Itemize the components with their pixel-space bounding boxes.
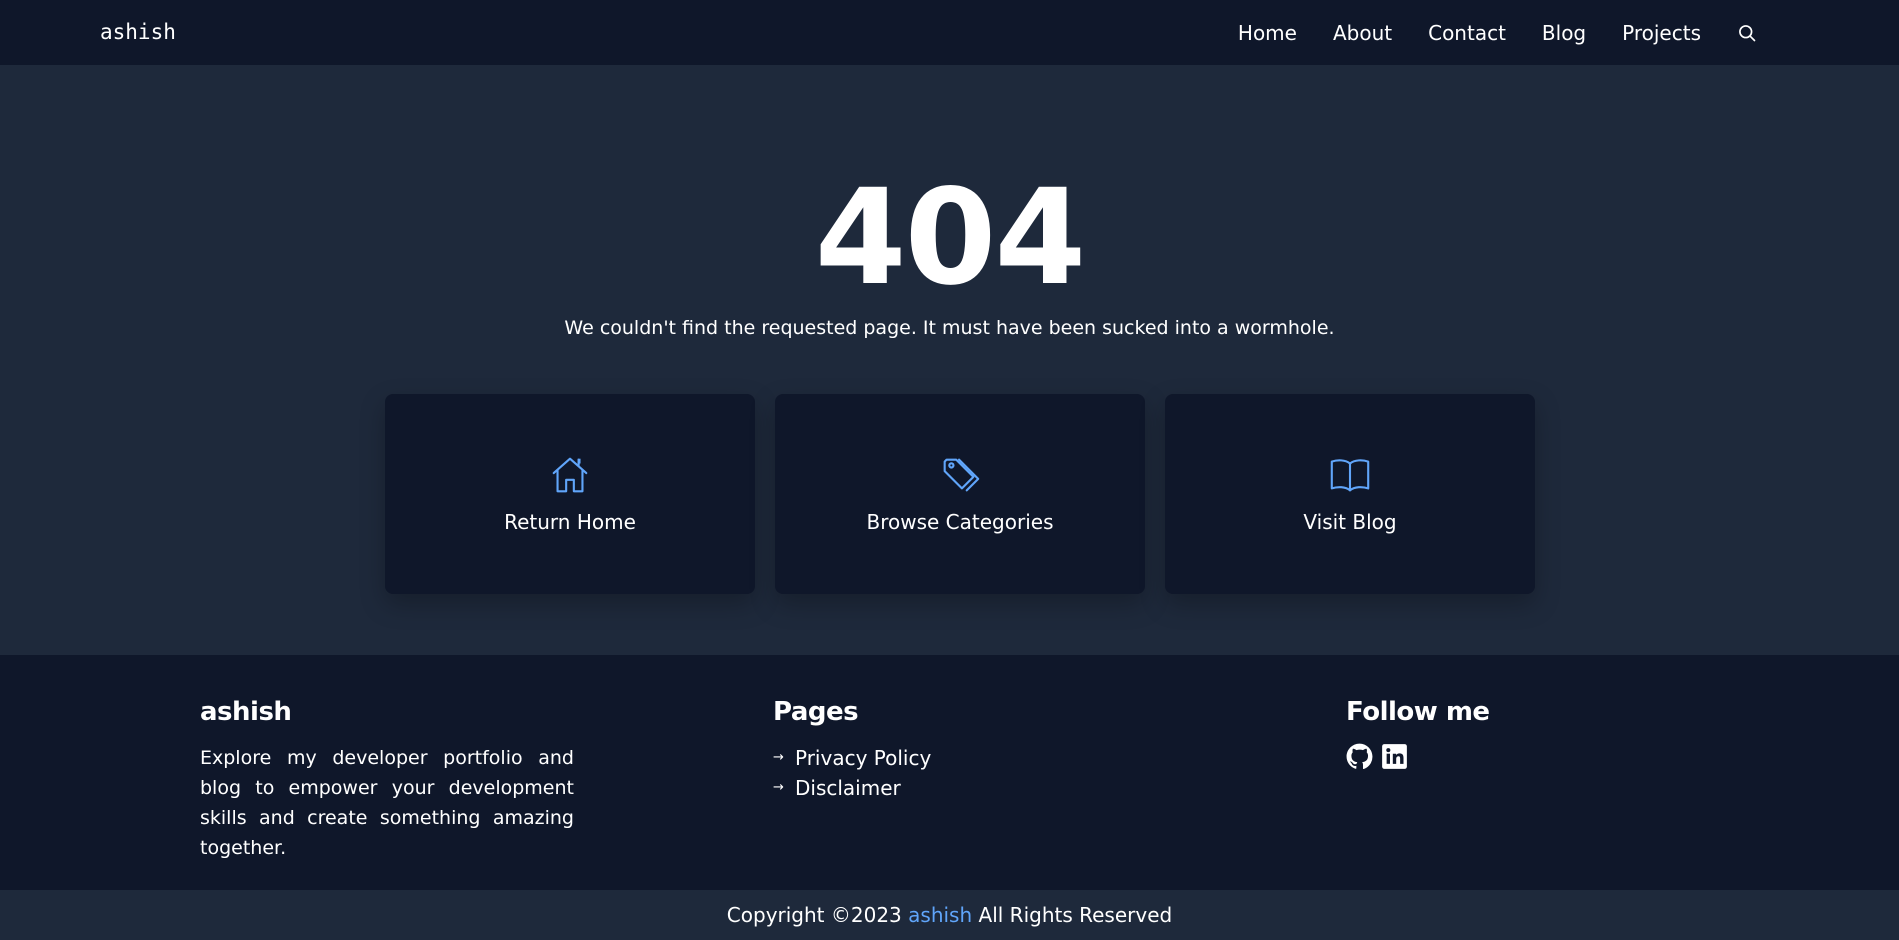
footer-follow-title: Follow me <box>1346 697 1490 727</box>
footer-about-title: ashish <box>200 697 292 727</box>
linkedin-link[interactable] <box>1381 743 1408 770</box>
social-links <box>1346 743 1646 770</box>
visit-blog-card[interactable]: Visit Blog <box>1165 394 1535 594</box>
footer-about-text: Explore my developer portfolio and blog … <box>200 747 574 859</box>
browse-categories-card[interactable]: Browse Categories <box>775 394 1145 594</box>
main-nav: Home About Contact Blog Projects <box>1238 0 1759 65</box>
copyright-suffix: All Rights Reserved <box>978 903 1173 927</box>
nav-home[interactable]: Home <box>1238 19 1297 47</box>
copyright-name-link[interactable]: ashish <box>908 903 972 927</box>
linkedin-icon <box>1382 744 1407 769</box>
privacy-policy-link[interactable]: → Privacy Policy <box>773 743 1073 773</box>
disclaimer-label: Disclaimer <box>795 776 901 800</box>
footer-pages-title: Pages <box>773 697 859 727</box>
nav-projects[interactable]: Projects <box>1622 19 1701 47</box>
arrow-right-icon: → <box>773 780 784 795</box>
copyright-prefix: Copyright ©2023 <box>726 903 902 927</box>
book-icon <box>1330 459 1370 492</box>
footer-about: ashish Explore my developer portfolio an… <box>200 695 574 863</box>
action-cards: Return Home Browse Categories Visit Blog <box>385 394 1535 594</box>
top-navbar: ashish Home About Contact Blog Projects <box>0 0 1899 65</box>
arrow-right-icon: → <box>773 750 784 765</box>
nav-about[interactable]: About <box>1333 19 1392 47</box>
privacy-policy-label: Privacy Policy <box>795 746 932 770</box>
browse-categories-label: Browse Categories <box>866 510 1054 534</box>
visit-blog-label: Visit Blog <box>1303 510 1397 534</box>
github-link[interactable] <box>1346 743 1373 770</box>
search-icon[interactable] <box>1735 21 1759 45</box>
tag-icon <box>943 458 980 492</box>
github-icon <box>1346 743 1373 770</box>
nav-contact[interactable]: Contact <box>1428 19 1506 47</box>
error-message: We couldn't find the requested page. It … <box>564 317 1335 339</box>
home-icon <box>552 457 588 493</box>
not-found-section: 404 We couldn't find the requested page.… <box>0 65 1899 655</box>
error-code: 404 <box>814 161 1087 315</box>
footer-pages: Pages → Privacy Policy → Disclaimer <box>773 695 1073 803</box>
footer: ashish Explore my developer portfolio an… <box>0 655 1899 890</box>
footer-follow: Follow me <box>1346 695 1646 770</box>
disclaimer-link[interactable]: → Disclaimer <box>773 773 1073 803</box>
brand-logo[interactable]: ashish <box>100 18 176 46</box>
nav-blog[interactable]: Blog <box>1542 19 1586 47</box>
return-home-card[interactable]: Return Home <box>385 394 755 594</box>
copyright-bar: Copyright ©2023 ashish All Rights Reserv… <box>0 890 1899 940</box>
return-home-label: Return Home <box>504 510 636 534</box>
